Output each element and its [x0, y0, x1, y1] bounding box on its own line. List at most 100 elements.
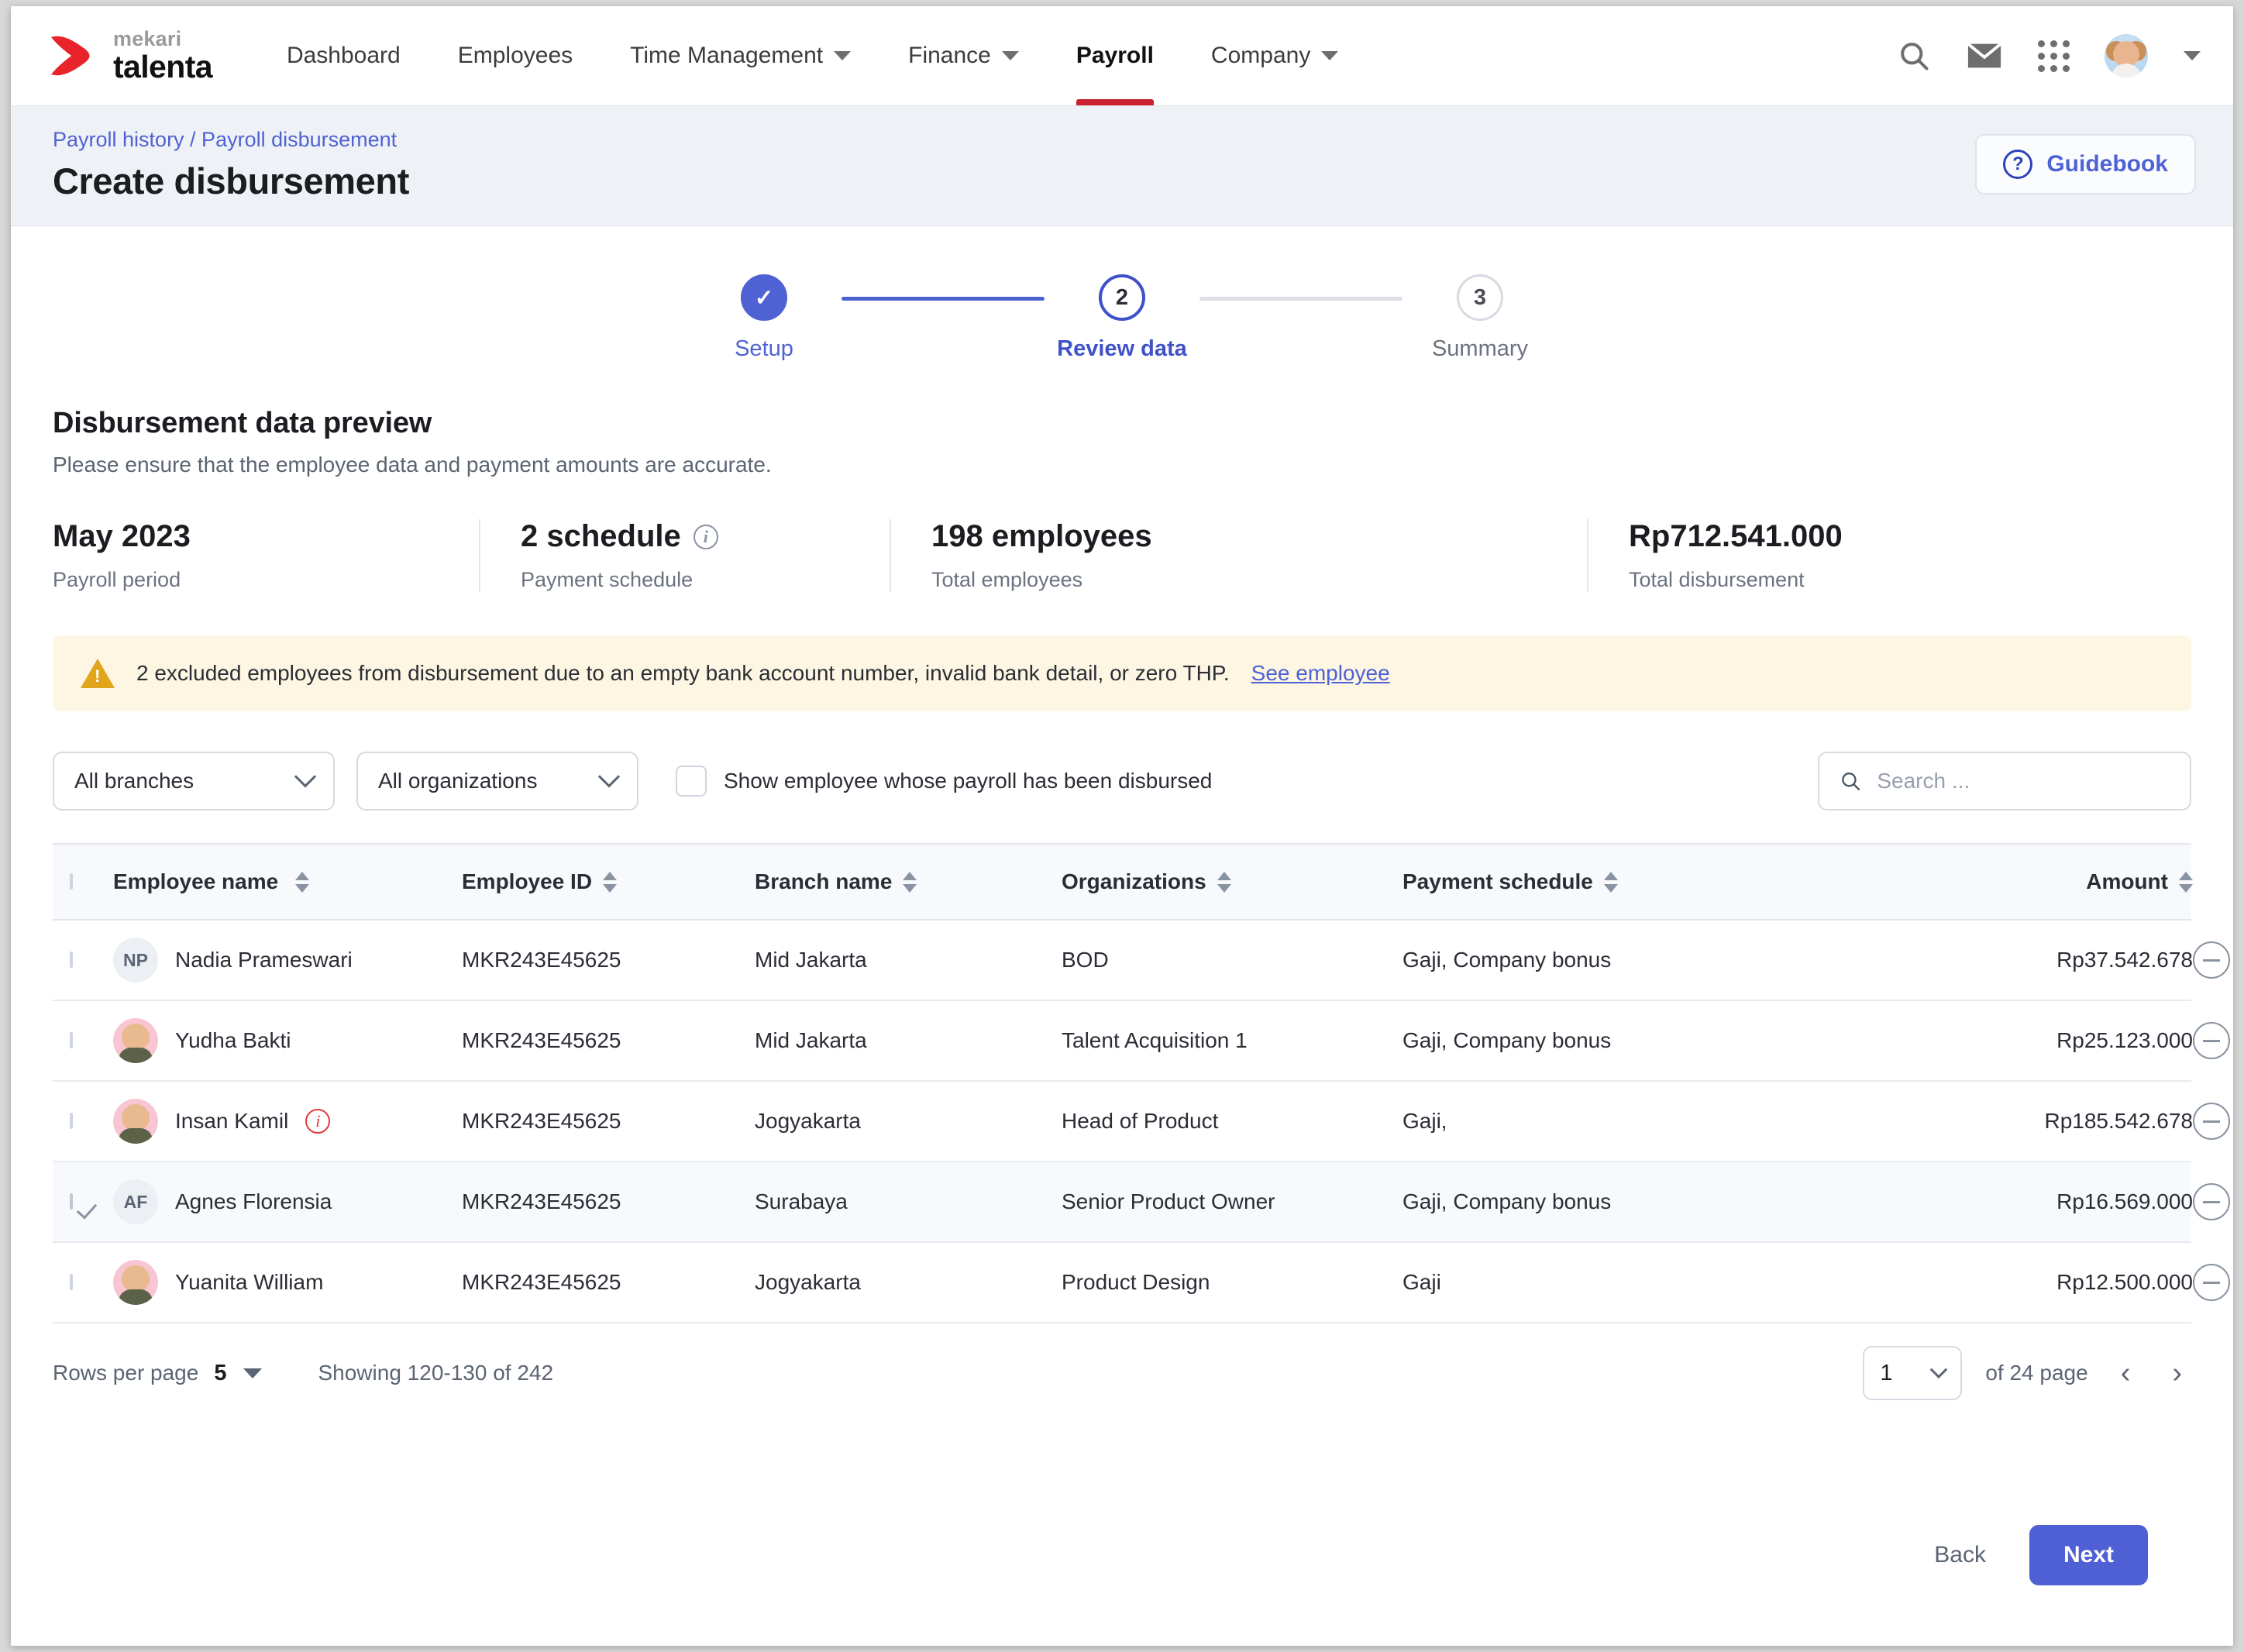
see-employee-link[interactable]: See employee [1251, 661, 1390, 686]
table-row[interactable]: NP Nadia Prameswari MKR243E45625 Mid Jak… [53, 921, 2230, 1001]
step-setup[interactable]: ✓ Setup [687, 274, 842, 362]
nav-item-employees[interactable]: Employees [458, 6, 573, 105]
avatar [113, 1260, 158, 1305]
column-label: Branch name [755, 869, 893, 893]
chevron-down-icon [294, 766, 317, 788]
remove-row-button[interactable] [2193, 1022, 2230, 1059]
avatar: AF [113, 1179, 158, 1224]
row-select-cell [53, 1032, 113, 1048]
question-circle-icon: ? [2003, 150, 2033, 179]
employee-id-cell: MKR243E45625 [462, 1189, 621, 1213]
chevron-right-icon[interactable]: › [2163, 1358, 2191, 1388]
step-summary[interactable]: 3 Summary [1402, 274, 1557, 362]
column-header-employee-id[interactable]: Employee ID [462, 869, 755, 894]
error-info-icon[interactable]: i [305, 1109, 331, 1134]
row-select-cell [53, 1193, 113, 1210]
employee-name-cell: AF Agnes Florensia [113, 1179, 462, 1224]
show-disbursed-checkbox-wrap[interactable]: Show employee whose payroll has been dis… [676, 766, 1212, 797]
search-icon[interactable] [1897, 39, 1931, 73]
amount-cell: Rp185.542.678 [2044, 1109, 2193, 1133]
nav-item-time-management[interactable]: Time Management [630, 6, 852, 105]
row-checkbox[interactable] [70, 1274, 73, 1290]
row-checkbox[interactable] [70, 1193, 73, 1210]
chevron-down-icon [1321, 51, 1339, 60]
sort-icon [1603, 871, 1618, 893]
column-header-payment-schedule[interactable]: Payment schedule [1402, 869, 1937, 894]
employee-name-cell: Yuanita William [113, 1260, 462, 1305]
table-row[interactable]: Yuanita William MKR243E45625 Jogyakarta … [53, 1243, 2230, 1323]
table-row[interactable]: Yudha Bakti MKR243E45625 Mid Jakarta Tal… [53, 1001, 2230, 1082]
column-header-branch-name[interactable]: Branch name [755, 869, 1062, 894]
remove-row-button[interactable] [2193, 1183, 2230, 1220]
nav-item-company[interactable]: Company [1211, 6, 1339, 105]
employee-name: Yuanita William [175, 1270, 324, 1294]
guidebook-button[interactable]: ? Guidebook [1975, 134, 2196, 194]
excluded-employees-alert: 2 excluded employees from disbursement d… [53, 635, 2191, 711]
breadcrumb[interactable]: Payroll history / Payroll disbursement [53, 128, 409, 152]
remove-row-button[interactable] [2193, 941, 2230, 979]
nav-item-dashboard[interactable]: Dashboard [287, 6, 401, 105]
payment-schedule-cell: Gaji, Company bonus [1402, 1028, 1612, 1052]
rows-per-page-select[interactable]: 5 [214, 1361, 263, 1386]
chevron-left-icon[interactable]: ‹ [2111, 1358, 2140, 1388]
progress-stepper: ✓ Setup 2 Review data 3 Summary [11, 226, 2233, 388]
stat-total-disbursement: Rp712.541.000 Total disbursement [1587, 519, 1874, 592]
rows-per-page-label: Rows per page [53, 1361, 199, 1385]
column-header-organizations[interactable]: Organizations [1062, 869, 1402, 894]
amount-cell: Rp16.569.000 [2056, 1189, 2193, 1213]
top-navigation-bar: mekari talenta Dashboard Employees Time … [11, 6, 2233, 105]
stat-value: 198 employees [931, 519, 1152, 553]
next-button[interactable]: Next [2029, 1525, 2148, 1585]
info-circle-icon[interactable]: i [693, 524, 718, 549]
organizations-cell: BOD [1062, 948, 1109, 972]
search-box[interactable] [1818, 752, 2191, 811]
column-label: Organizations [1062, 869, 1206, 893]
nav-item-payroll[interactable]: Payroll [1076, 6, 1154, 105]
row-checkbox[interactable] [70, 1113, 73, 1129]
employee-id-cell: MKR243E45625 [462, 1028, 621, 1052]
row-actions-cell [2193, 1103, 2233, 1140]
chevron-down-icon [1930, 1361, 1948, 1379]
chevron-down-icon[interactable] [2184, 51, 2201, 60]
show-disbursed-checkbox[interactable] [676, 766, 707, 797]
nav-item-finance[interactable]: Finance [908, 6, 1019, 105]
search-input[interactable] [1877, 769, 2170, 793]
employee-id-cell: MKR243E45625 [462, 1270, 621, 1294]
column-header-amount[interactable]: Amount [1937, 869, 2193, 894]
total-pages-label: of 24 page [1985, 1361, 2088, 1385]
employee-name: Agnes Florensia [175, 1189, 332, 1213]
table-row[interactable]: Insan Kamil i MKR243E45625 Jogyakarta He… [53, 1082, 2230, 1162]
step-label: Setup [735, 336, 793, 361]
step-marker: 2 [1099, 274, 1145, 321]
employee-name-cell: NP Nadia Prameswari [113, 938, 462, 983]
avatar[interactable] [2105, 34, 2148, 77]
back-button[interactable]: Back [1934, 1542, 1986, 1568]
row-select-cell [53, 1113, 113, 1129]
mail-icon[interactable] [1967, 42, 2002, 70]
amount-cell: Rp25.123.000 [2056, 1028, 2193, 1052]
brand-logo[interactable]: mekari talenta [48, 29, 213, 83]
remove-row-button[interactable] [2193, 1264, 2230, 1301]
stat-value: 2 schedule [521, 519, 681, 553]
warning-triangle-icon [81, 659, 115, 688]
column-header-employee-name[interactable]: Employee name [113, 869, 462, 894]
row-checkbox[interactable] [70, 952, 73, 968]
step-connector-empty [1199, 297, 1402, 301]
chevron-down-icon [597, 766, 621, 788]
organization-filter-select[interactable]: All organizations [356, 752, 638, 811]
stat-payment-schedule: 2 schedule i Payment schedule [479, 519, 890, 592]
page-number-select[interactable]: 1 [1863, 1346, 1963, 1400]
table-pagination: Rows per page 5 Showing 120-130 of 242 1… [53, 1323, 2191, 1423]
table-row[interactable]: AF Agnes Florensia MKR243E45625 Surabaya… [53, 1162, 2230, 1243]
apps-grid-icon[interactable] [2037, 40, 2070, 72]
branch-filter-select[interactable]: All branches [53, 752, 335, 811]
remove-row-button[interactable] [2193, 1103, 2230, 1140]
step-review-data[interactable]: 2 Review data [1045, 274, 1199, 362]
payment-schedule-cell: Gaji, Company bonus [1402, 1189, 1612, 1213]
nav-label: Finance [908, 43, 991, 68]
step-connector-filled [842, 297, 1045, 301]
stat-value: Rp712.541.000 [1629, 519, 1843, 553]
select-all-checkbox[interactable] [70, 873, 73, 890]
organizations-cell: Senior Product Owner [1062, 1189, 1275, 1213]
row-checkbox[interactable] [70, 1032, 73, 1048]
